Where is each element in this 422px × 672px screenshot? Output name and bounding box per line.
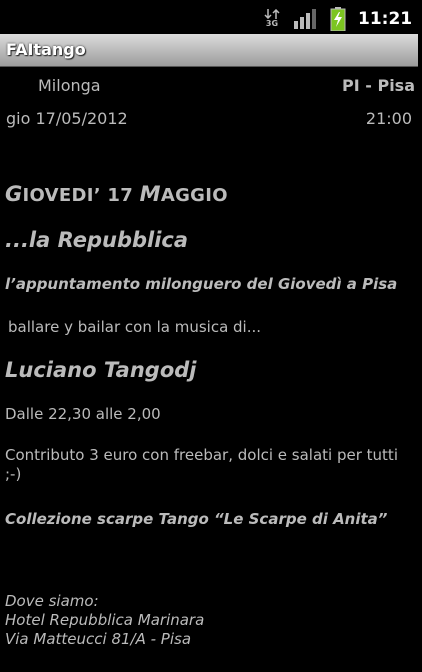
network-3g-icon: 3G	[264, 9, 280, 29]
status-bar: 3G 11:21	[0, 0, 422, 36]
day-title: GIOVEDI’ 17 MAGGIO	[5, 180, 228, 210]
address-line: Hotel Repubblica Marinara	[5, 611, 205, 629]
battery-charging-icon	[330, 7, 346, 31]
signal-icon	[294, 9, 316, 29]
event-heading: ...la Repubblica	[5, 228, 189, 252]
shoe-collection: Collezione scarpe Tango “Le Scarpe di An…	[5, 510, 388, 528]
dj-name: Luciano Tangodj	[5, 358, 197, 382]
day-title-month-rest: AGGIO	[160, 185, 228, 206]
day-title-month-initial: M	[139, 182, 161, 206]
event-date: gio 17/05/2012	[6, 109, 128, 128]
event-contribution: Contributo 3 euro con freebar, dolci e s…	[5, 446, 398, 483]
event-intro: ballare y bailar con la musica di...	[8, 318, 262, 336]
event-time: 21:00	[365, 109, 412, 128]
address-line: Via Matteucci 81/A - Pisa	[5, 630, 192, 648]
clock: 11:21	[358, 9, 413, 29]
app-title: FAItango	[6, 40, 86, 59]
event-category: Milonga	[38, 76, 101, 95]
event-address: Dove siamo: Hotel Repubblica Marinara Vi…	[5, 592, 204, 649]
day-title-rest: IOVEDI’ 17	[22, 185, 140, 206]
network-label: 3G	[265, 19, 279, 28]
address-line: Dove siamo:	[5, 592, 99, 610]
event-subtitle: l’appuntamento milonguero del Giovedì a …	[5, 275, 398, 293]
app-title-bar: FAItango	[0, 34, 418, 67]
day-title-initial: G	[5, 182, 23, 206]
event-place: PI - Pisa	[342, 76, 415, 95]
event-hours: Dalle 22,30 alle 2,00	[5, 405, 161, 423]
